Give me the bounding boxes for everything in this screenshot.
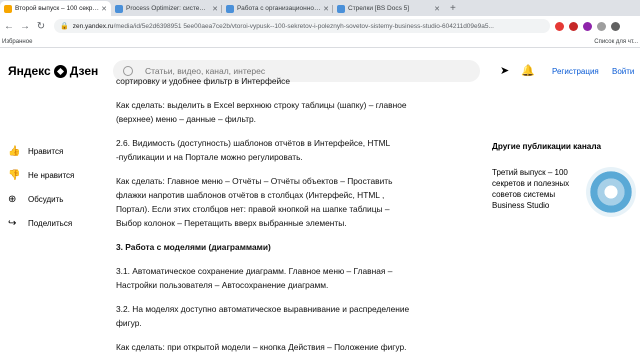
close-tab-icon[interactable]: ✕	[101, 5, 107, 13]
reload-icon[interactable]: ↻	[34, 21, 48, 32]
thumbs-down-icon: 👎	[8, 169, 21, 181]
tab-title: Process Optimizer: система анализа	[126, 5, 210, 12]
action-label: Обсудить	[28, 194, 64, 204]
new-tab-icon[interactable]: +	[444, 1, 462, 16]
aside-title: Другие публикации канала	[492, 142, 602, 151]
paragraph: 3.1. Автоматическое сохранение диаграмм.…	[116, 266, 393, 290]
tab-2[interactable]: Process Optimizer: система анализа ✕	[111, 1, 222, 16]
logo-text-right: Дзен	[69, 64, 99, 78]
extensions-puzzle-icon[interactable]	[597, 21, 606, 31]
bookmarks-bar: Избранное Список для чт...	[0, 36, 640, 48]
paragraph: сортировку и удобнее фильтр в Интерфейсе	[116, 76, 291, 86]
tab-title: Работа с организационной диаграммой	[237, 5, 321, 12]
lock-icon: 🔒	[60, 23, 69, 30]
paragraph: Как сделать: Главное меню – Отчёты – Отч…	[116, 176, 393, 228]
section-heading: 3. Работа с моделями (диаграммами)	[116, 242, 271, 252]
forward-icon[interactable]: →	[18, 21, 32, 32]
close-tab-icon[interactable]: ✕	[323, 5, 329, 13]
profile-avatar[interactable]	[611, 21, 620, 31]
bell-icon[interactable]: 🔔	[521, 64, 535, 77]
action-label: Не нравится	[28, 170, 75, 180]
zen-favicon-icon	[4, 4, 12, 13]
doc-favicon-icon	[226, 4, 234, 13]
extension-icon[interactable]	[569, 21, 578, 31]
send-icon[interactable]: ➤	[500, 64, 509, 77]
paragraph: 2.6. Видимость (доступность) шаблонов от…	[116, 138, 390, 162]
address-bar[interactable]: 🔒 zen.yandex.ru /media/id/5e2d6398951 5e…	[54, 19, 550, 33]
action-label: Нравится	[28, 146, 64, 156]
thumbs-up-icon: 👍	[8, 145, 21, 157]
article-actions: 👍 Нравится 👎 Не нравится ⊕ Обсудить ↪ По…	[8, 145, 74, 241]
like-button[interactable]: 👍 Нравится	[8, 145, 74, 157]
zen-star-icon	[53, 64, 67, 78]
close-tab-icon[interactable]: ✕	[434, 5, 440, 13]
action-label: Поделиться	[28, 218, 73, 228]
dislike-button[interactable]: 👎 Не нравится	[8, 169, 74, 181]
tab-3[interactable]: Работа с организационной диаграммой ✕	[222, 1, 333, 16]
share-icon: ↪	[8, 217, 17, 229]
extension-icon[interactable]	[555, 21, 564, 31]
logo-text-left: Яндекс	[8, 64, 51, 78]
publication-title[interactable]: Третий выпуск – 100 секретов и полезных …	[492, 167, 578, 217]
tab-strip: Второй выпуск – 100 секретов и полезных …	[0, 0, 640, 16]
back-icon[interactable]: ←	[2, 21, 16, 32]
comment-icon: ⊕	[8, 193, 17, 205]
process-favicon-icon	[115, 4, 123, 13]
article-body: сортировку и удобнее фильтр в Интерфейсе…	[116, 76, 416, 364]
tab-1[interactable]: Второй выпуск – 100 секретов и полезных …	[0, 1, 111, 16]
zen-logo[interactable]: Яндекс Дзен	[8, 64, 98, 78]
paragraph: Как сделать: при открытой модели – кнопк…	[116, 342, 407, 352]
share-button[interactable]: ↪ Поделиться	[8, 217, 74, 229]
url-path: /media/id/5e2d6398951 5ee00aea7ce2b/vtor…	[113, 22, 494, 30]
url-host: zen.yandex.ru	[72, 22, 114, 30]
login-link[interactable]: Войти	[612, 67, 634, 76]
comment-button[interactable]: ⊕ Обсудить	[8, 193, 74, 205]
browser-toolbar: ← → ↻ 🔒 zen.yandex.ru /media/id/5e2d6398…	[0, 16, 640, 36]
extension-icon[interactable]	[583, 21, 592, 31]
tab-title: Стрелки [BS Docs 5]	[348, 5, 410, 12]
doc-favicon-icon	[337, 4, 345, 13]
close-tab-icon[interactable]: ✕	[212, 5, 218, 13]
reading-list[interactable]: Список для чт...	[594, 39, 638, 45]
bookmarks-favorites[interactable]: Избранное	[2, 39, 32, 45]
tab-4[interactable]: Стрелки [BS Docs 5] ✕	[333, 1, 444, 16]
register-link[interactable]: Регистрация	[552, 67, 599, 76]
paragraph: Как сделать: выделить в Excel верхнюю ст…	[116, 100, 407, 124]
publication-card[interactable]: Третий выпуск – 100 секретов и полезных …	[492, 167, 640, 217]
publication-thumbnail[interactable]	[586, 167, 636, 217]
paragraph: 3.2. На моделях доступно автоматическое …	[116, 304, 410, 328]
tab-title: Второй выпуск – 100 секретов и полезных	[15, 5, 99, 12]
channel-publications: Другие публикации канала Третий выпуск –…	[492, 142, 640, 217]
